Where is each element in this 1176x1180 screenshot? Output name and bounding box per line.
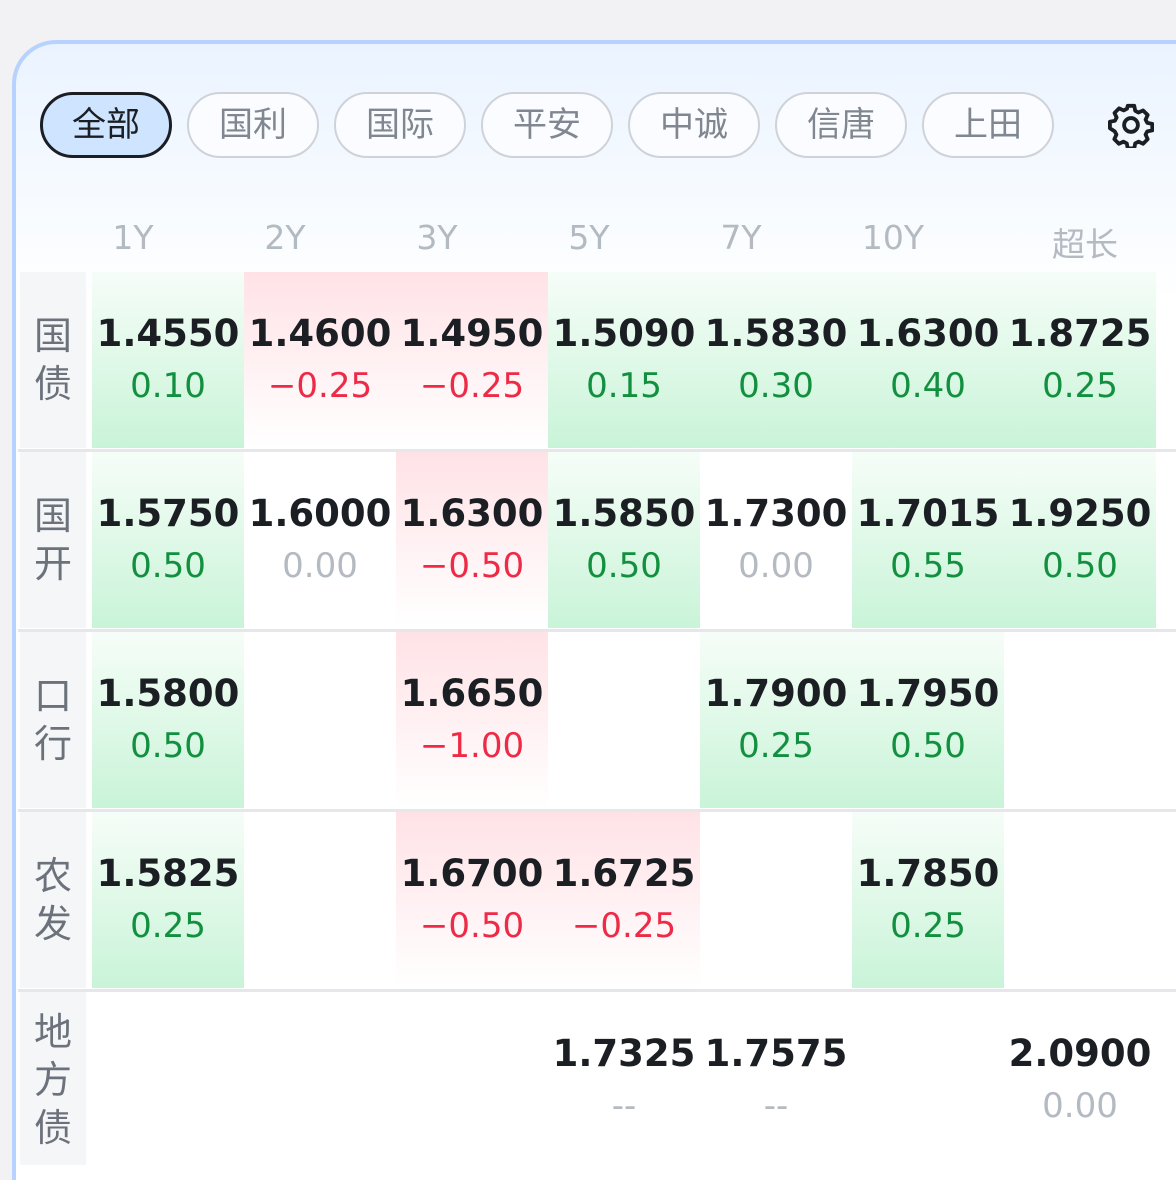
yield-change: 0.50 xyxy=(1042,546,1118,586)
yield-value: 1.5750 xyxy=(96,492,240,535)
yield-change: −0.25 xyxy=(419,366,525,406)
yield-cell[interactable]: 1.5850 0.50 xyxy=(548,452,700,628)
yield-cell[interactable]: 1.4600 −0.25 xyxy=(244,272,396,448)
yield-value: 1.7300 xyxy=(704,492,848,535)
yield-cell[interactable]: 1.7300 0.00 xyxy=(700,452,852,628)
tab-0[interactable]: 全部 xyxy=(40,92,172,158)
yield-change: 0.00 xyxy=(282,546,358,586)
yield-value: 1.6700 xyxy=(400,852,544,895)
yield-change: -- xyxy=(763,1086,789,1126)
row-label: 农发 xyxy=(20,812,86,988)
yield-change: −1.00 xyxy=(419,726,525,766)
yield-value: 1.5800 xyxy=(96,672,240,715)
yield-cell[interactable]: 1.7950 0.50 xyxy=(852,632,1004,808)
yield-cell[interactable]: 1.7850 0.25 xyxy=(852,812,1004,988)
yield-change: 0.25 xyxy=(890,906,966,946)
column-header: 7Y xyxy=(720,218,762,257)
yield-value: 1.5090 xyxy=(552,312,696,355)
yield-change: 0.00 xyxy=(738,546,814,586)
yield-value: 1.7325 xyxy=(552,1032,696,1075)
yield-value: 1.6300 xyxy=(856,312,1000,355)
yield-change: −0.50 xyxy=(419,546,525,586)
yield-value: 1.7015 xyxy=(856,492,1000,535)
yield-cell[interactable]: 1.7900 0.25 xyxy=(700,632,852,808)
yield-value: 1.7575 xyxy=(704,1032,848,1075)
yield-value: 1.7950 xyxy=(856,672,1000,715)
row-label: 口行 xyxy=(20,632,86,808)
tab-6[interactable]: 上田 xyxy=(922,92,1054,158)
yield-cell[interactable]: 1.6650 −1.00 xyxy=(396,632,548,808)
yield-value: 1.6000 xyxy=(248,492,392,535)
yield-cell[interactable]: 1.4550 0.10 xyxy=(92,272,244,448)
tab-1[interactable]: 国利 xyxy=(187,92,319,158)
yield-cell[interactable]: 2.0900 0.00 xyxy=(1004,992,1156,1165)
column-header: 1Y xyxy=(112,218,154,257)
row-label: 地方债 xyxy=(20,992,86,1165)
yield-change: 0.10 xyxy=(130,366,206,406)
yield-cell[interactable]: 1.4950 −0.25 xyxy=(396,272,548,448)
yield-value: 1.5825 xyxy=(96,852,240,895)
yield-cell[interactable]: 1.6700 −0.50 xyxy=(396,812,548,988)
yield-change: 0.15 xyxy=(586,366,662,406)
yield-value: 1.5850 xyxy=(552,492,696,535)
tab-3[interactable]: 平安 xyxy=(481,92,613,158)
yield-value: 1.7900 xyxy=(704,672,848,715)
column-header: 2Y xyxy=(264,218,306,257)
tab-2[interactable]: 国际 xyxy=(334,92,466,158)
yield-change: −0.25 xyxy=(267,366,373,406)
yield-value: 1.6650 xyxy=(400,672,544,715)
yield-change: 0.50 xyxy=(586,546,662,586)
yield-value: 1.4600 xyxy=(248,312,392,355)
yield-change: 0.50 xyxy=(130,726,206,766)
yield-change: -- xyxy=(611,1086,637,1126)
yield-cell[interactable]: 1.6000 0.00 xyxy=(244,452,396,628)
yield-cell[interactable]: 1.6300 −0.50 xyxy=(396,452,548,628)
yield-cell[interactable]: 1.5830 0.30 xyxy=(700,272,852,448)
yield-change: 0.25 xyxy=(130,906,206,946)
yield-cell[interactable]: 1.9250 0.50 xyxy=(1004,452,1156,628)
tab-5[interactable]: 信唐 xyxy=(775,92,907,158)
yield-cell[interactable]: 1.7325 -- xyxy=(548,992,700,1165)
yield-value: 1.7850 xyxy=(856,852,1000,895)
yield-cell[interactable]: 1.5750 0.50 xyxy=(92,452,244,628)
gear-icon[interactable] xyxy=(1108,102,1154,148)
yield-value: 1.4950 xyxy=(400,312,544,355)
yield-change: 0.50 xyxy=(130,546,206,586)
yield-cell[interactable]: 1.6300 0.40 xyxy=(852,272,1004,448)
yield-value: 1.5830 xyxy=(704,312,848,355)
yield-value: 1.6300 xyxy=(400,492,544,535)
yield-change: 0.40 xyxy=(890,366,966,406)
yield-value: 1.6725 xyxy=(552,852,696,895)
yield-change: 0.25 xyxy=(1042,366,1118,406)
column-header: 超长 xyxy=(1052,225,1118,264)
yield-value: 1.4550 xyxy=(96,312,240,355)
yield-value: 1.9250 xyxy=(1008,492,1152,535)
yield-change: 0.55 xyxy=(890,546,966,586)
yield-cell[interactable]: 1.7015 0.55 xyxy=(852,452,1004,628)
yield-change: −0.25 xyxy=(571,906,677,946)
column-header: 3Y xyxy=(416,218,458,257)
column-header: 10Y xyxy=(861,218,925,257)
yield-change: 0.00 xyxy=(1042,1086,1118,1126)
row-label: 国开 xyxy=(20,452,86,628)
row-label: 国债 xyxy=(20,272,86,448)
yield-cell[interactable]: 1.5825 0.25 xyxy=(92,812,244,988)
yield-change: 0.25 xyxy=(738,726,814,766)
yield-value: 2.0900 xyxy=(1008,1032,1152,1075)
yield-change: 0.50 xyxy=(890,726,966,766)
yield-cell[interactable]: 1.8725 0.25 xyxy=(1004,272,1156,448)
yield-change: 0.30 xyxy=(738,366,814,406)
yield-change: −0.50 xyxy=(419,906,525,946)
tab-4[interactable]: 中诚 xyxy=(628,92,760,158)
yield-value: 1.8725 xyxy=(1008,312,1152,355)
yield-cell[interactable]: 1.5800 0.50 xyxy=(92,632,244,808)
yield-cell[interactable]: 1.5090 0.15 xyxy=(548,272,700,448)
column-header: 5Y xyxy=(568,218,610,257)
yield-cell[interactable]: 1.7575 -- xyxy=(700,992,852,1165)
yield-cell[interactable]: 1.6725 −0.25 xyxy=(548,812,700,988)
